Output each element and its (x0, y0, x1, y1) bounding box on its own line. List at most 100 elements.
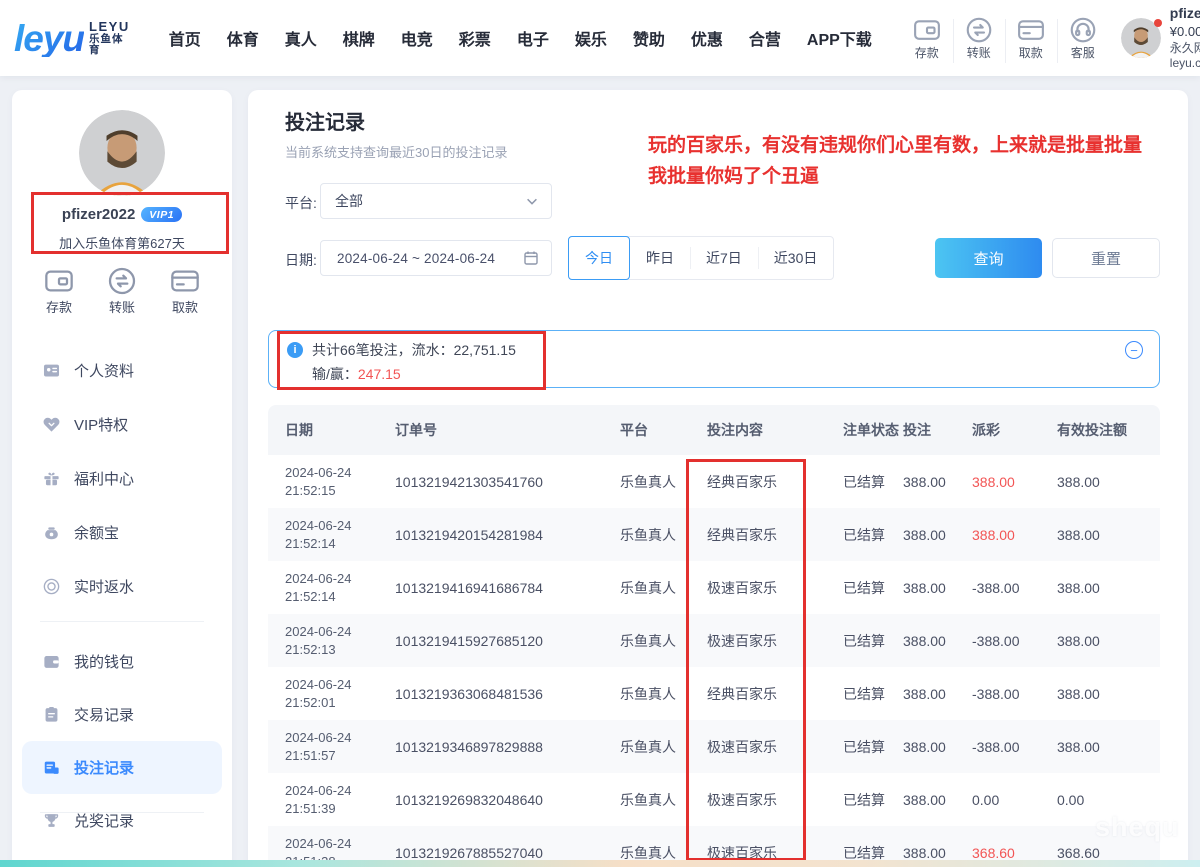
nav-item-真人[interactable]: 真人 (272, 26, 330, 50)
column-header-订单号: 订单号 (395, 420, 620, 440)
nav-item-电竞[interactable]: 电竞 (388, 26, 446, 50)
logo-sub2: 乐鱼体育 (89, 34, 130, 56)
sidebar-item-VIP特权[interactable]: VIP特权 (22, 397, 222, 451)
sidebar-item-label: 我的钱包 (74, 651, 134, 672)
summary-bar: i 共计66笔投注，流水：22,751.15 − 输/赢：247.15 (268, 330, 1160, 388)
cell-bet-content: 极速百家乐 (707, 631, 843, 651)
cell-order: 1013219420154281984 (395, 527, 620, 543)
quick-range-近7日[interactable]: 近7日 (690, 237, 758, 279)
reset-button[interactable]: 重置 (1052, 238, 1160, 278)
nav-item-体育[interactable]: 体育 (214, 26, 272, 50)
search-button[interactable]: 查询 (935, 238, 1042, 278)
nav-user[interactable]: pfizer2022 VIP1 ¥0.00 v 永久网址: leyu.com (1121, 5, 1200, 71)
nav-item-首页[interactable]: 首页 (156, 26, 214, 50)
cell-platform: 乐鱼真人 (620, 737, 707, 757)
sidebar-item-余额宝[interactable]: 余额宝 (22, 505, 222, 559)
cell-bet-content: 极速百家乐 (707, 790, 843, 810)
transfer-icon (106, 265, 138, 293)
cell-status: 已结算 (843, 472, 903, 492)
cell-bet-content: 经典百家乐 (707, 472, 843, 492)
withdraw-icon (1016, 15, 1046, 41)
main-nav: 首页体育真人棋牌电竞彩票电子娱乐赞助优惠合营APP下载 (156, 26, 885, 50)
quick-range-今日[interactable]: 今日 (568, 236, 630, 280)
nav-item-电子[interactable]: 电子 (504, 26, 562, 50)
table-row[interactable]: 2024-06-2421:52:011013219363068481536乐鱼真… (268, 667, 1160, 720)
column-header-有效投注额: 有效投注额 (1057, 420, 1160, 440)
sidebar-item-交易记录[interactable]: 交易记录 (22, 688, 222, 741)
nav-item-棋牌[interactable]: 棋牌 (330, 26, 388, 50)
nav-item-彩票[interactable]: 彩票 (446, 26, 504, 50)
nav-item-APP下载[interactable]: APP下载 (794, 26, 885, 50)
sidebar-item-个人资料[interactable]: 个人资料 (22, 343, 222, 397)
platform-select[interactable]: 全部 (320, 183, 552, 219)
sidebar-item-投注记录[interactable]: 投注记录 (22, 741, 222, 794)
summary-total: 共计66笔投注，流水：22,751.15 (312, 340, 516, 360)
sidebar-item-兑奖记录[interactable]: 兑奖记录 (22, 794, 222, 847)
cell-payout: 388.00 (972, 527, 1057, 543)
cell-valid-amount: 388.00 (1057, 633, 1160, 649)
cell-date-time: 21:52:01 (285, 694, 395, 712)
quick-range-近30日[interactable]: 近30日 (758, 237, 834, 279)
cell-valid-amount: 388.00 (1057, 580, 1160, 596)
wallet-action-取款[interactable]: 取款 (169, 265, 201, 316)
nav-action-取款[interactable]: 取款 (1005, 15, 1057, 61)
cell-status: 已结算 (843, 684, 903, 704)
cell-payout: -388.00 (972, 633, 1057, 649)
logo-sub1: LEYU (89, 20, 130, 34)
cell-platform: 乐鱼真人 (620, 525, 707, 545)
nav-action-存款[interactable]: 存款 (901, 15, 953, 61)
nav-action-label: 取款 (1019, 44, 1043, 61)
table-header-row: 日期订单号平台投注内容注单状态投注派彩有效投注额 (268, 405, 1160, 455)
nav-action-转账[interactable]: 转账 (953, 15, 1005, 61)
nav-item-娱乐[interactable]: 娱乐 (562, 26, 620, 50)
nav-item-合营[interactable]: 合营 (736, 26, 794, 50)
table-row[interactable]: 2024-06-2421:51:571013219346897829888乐鱼真… (268, 720, 1160, 773)
cell-date-day: 2024-06-24 (285, 782, 395, 800)
wallet-action-label: 转账 (109, 297, 135, 316)
service-icon (1068, 15, 1098, 41)
withdraw-icon (169, 265, 201, 293)
annotation-line1: 玩的百家乐，有没有违规你们心里有数，上来就是批量批量 (648, 130, 1193, 161)
table-row[interactable]: 2024-06-2421:52:141013219420154281984乐鱼真… (268, 508, 1160, 561)
cell-bet-amount: 388.00 (903, 792, 972, 808)
cell-platform: 乐鱼真人 (620, 472, 707, 492)
nav-action-label: 客服 (1071, 44, 1095, 61)
table-row[interactable]: 2024-06-2421:52:131013219415927685120乐鱼真… (268, 614, 1160, 667)
pot-icon (42, 523, 61, 542)
nav-item-赞助[interactable]: 赞助 (620, 26, 678, 50)
profile-avatar[interactable] (79, 110, 165, 196)
nav-item-优惠[interactable]: 优惠 (678, 26, 736, 50)
table-row[interactable]: 2024-06-2421:52:151013219421303541760乐鱼真… (268, 455, 1160, 508)
table-row[interactable]: 2024-06-2421:52:141013219416941686784乐鱼真… (268, 561, 1160, 614)
bets-table: 日期订单号平台投注内容注单状态投注派彩有效投注额2024-06-2421:52:… (268, 405, 1160, 867)
nav-action-label: 转账 (967, 44, 991, 61)
cell-payout: 0.00 (972, 792, 1057, 808)
sidebar-item-我的钱包[interactable]: 我的钱包 (22, 635, 222, 688)
notification-dot (1154, 19, 1162, 27)
wallet-action-转账[interactable]: 转账 (106, 265, 138, 316)
cell-date-time: 21:51:57 (285, 747, 395, 765)
column-header-派彩: 派彩 (972, 420, 1057, 440)
transfer-icon (964, 15, 994, 41)
sidebar-item-实时返水[interactable]: 实时返水 (22, 559, 222, 613)
table-row[interactable]: 2024-06-2421:51:391013219269832048640乐鱼真… (268, 773, 1160, 826)
red-annotation-text: 玩的百家乐，有没有违规你们心里有数，上来就是批量批量 我批量你妈了个丑逼 (648, 130, 1193, 192)
quick-range-昨日[interactable]: 昨日 (630, 237, 690, 279)
date-range-input[interactable]: 2024-06-24 ~ 2024-06-24 (320, 240, 552, 276)
column-header-注单状态: 注单状态 (843, 420, 903, 440)
page-title: 投注记录 (285, 106, 365, 135)
sidebar-item-福利中心[interactable]: 福利中心 (22, 451, 222, 505)
cell-status: 已结算 (843, 790, 903, 810)
sidebar-item-label: 福利中心 (74, 468, 134, 489)
cell-bet-amount: 388.00 (903, 686, 972, 702)
wallet-action-存款[interactable]: 存款 (43, 265, 75, 316)
column-header-投注: 投注 (903, 420, 972, 440)
nav-action-客服[interactable]: 客服 (1057, 15, 1109, 61)
logo[interactable]: leyu LEYU 乐鱼体育 (14, 20, 130, 57)
collapse-icon[interactable]: − (1125, 341, 1143, 359)
cell-date-time: 21:52:14 (285, 588, 395, 606)
avatar[interactable] (1121, 18, 1161, 58)
cell-bet-content: 经典百家乐 (707, 525, 843, 545)
cell-order: 1013219416941686784 (395, 580, 620, 596)
logo-wordmark: leyu (14, 20, 84, 57)
